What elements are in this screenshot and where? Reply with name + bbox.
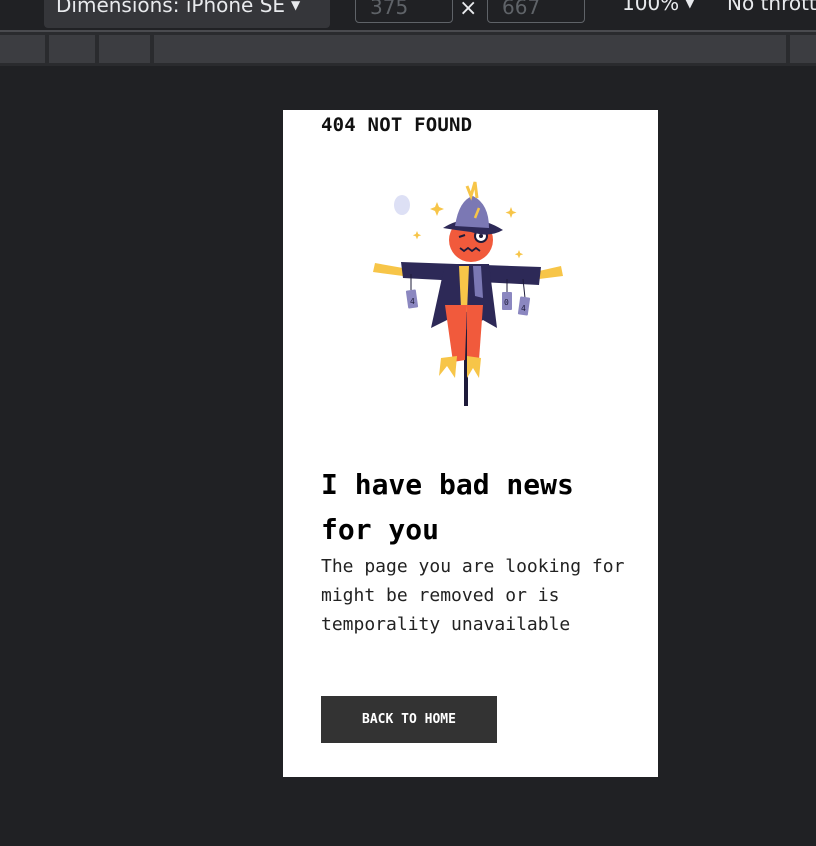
- media-query-segment[interactable]: [0, 35, 45, 63]
- leg-left: [445, 305, 467, 362]
- media-query-segment[interactable]: [49, 35, 95, 63]
- devtools-toolbar: Dimensions: iPhone SE ▼ × 100% ▼ No thrott…: [0, 0, 816, 30]
- scarecrow-icon: 4 0 4: [373, 181, 563, 406]
- media-query-segment[interactable]: [99, 35, 150, 63]
- media-query-segment[interactable]: [790, 35, 816, 63]
- media-query-bar[interactable]: [0, 32, 816, 66]
- error-message: The page you are looking for might be re…: [321, 556, 625, 635]
- can-label: 0: [504, 298, 509, 307]
- height-input[interactable]: [487, 0, 585, 23]
- hat-crown: [455, 196, 489, 228]
- caret-down-icon: ▼: [685, 0, 695, 10]
- throttle-label: No throttling: [727, 0, 816, 15]
- can-label: 4: [521, 304, 526, 313]
- caret-down-icon: ▼: [291, 0, 301, 12]
- hat-straw: [465, 181, 479, 201]
- straw-foot-left: [439, 356, 457, 378]
- page-headline: I have bad news for you: [321, 468, 574, 546]
- moon-icon: [394, 195, 410, 215]
- back-to-home-button[interactable]: BACK TO HOME: [321, 696, 497, 743]
- zoom-select[interactable]: 100% ▼: [622, 0, 694, 15]
- can-label: 4: [410, 297, 415, 306]
- straw-left: [373, 260, 403, 276]
- media-query-segment[interactable]: [154, 35, 786, 63]
- leg-right: [467, 305, 483, 362]
- width-input[interactable]: [355, 0, 453, 23]
- straw-foot-right: [467, 356, 481, 378]
- throttle-select[interactable]: No throttling: [727, 0, 816, 15]
- not-found-title: 404 NOT FOUND: [321, 114, 473, 136]
- dimensions-label: Dimensions: iPhone SE: [56, 0, 286, 17]
- device-viewport: 404 NOT FOUND 4 0 4 I have bad news for …: [283, 110, 658, 777]
- zoom-label: 100%: [622, 0, 680, 15]
- straw-right: [539, 262, 563, 279]
- dimensions-select[interactable]: Dimensions: iPhone SE ▼: [44, 0, 330, 28]
- times-icon: ×: [459, 0, 478, 21]
